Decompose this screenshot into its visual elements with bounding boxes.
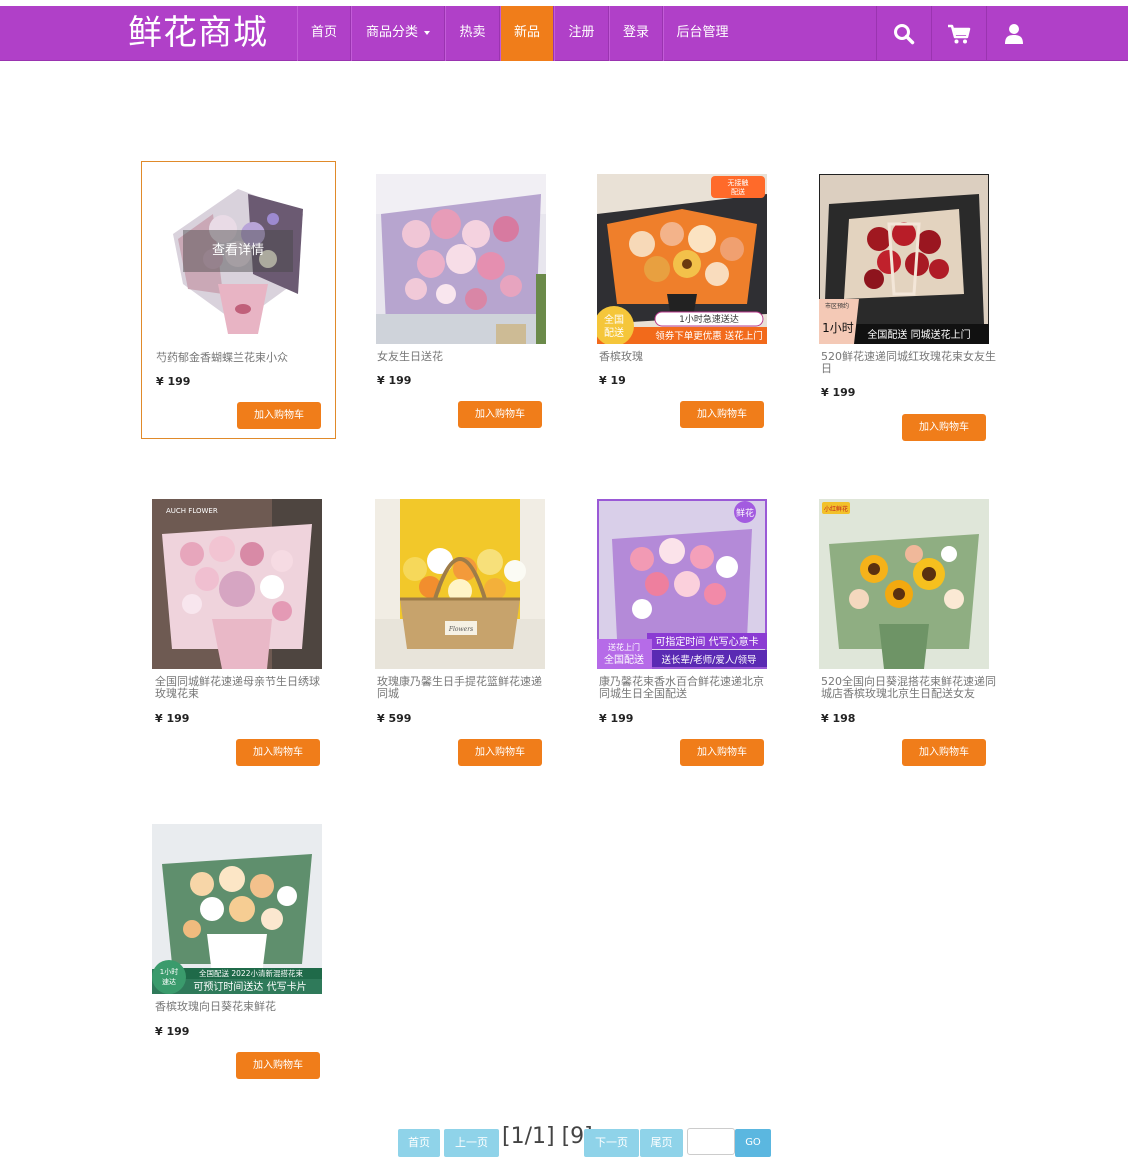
product-name[interactable]: 520全国向日葵混搭花束鲜花速递同城店香槟玫瑰北京生日配送女友: [821, 676, 996, 700]
svg-text:1小时: 1小时: [160, 967, 178, 976]
product-name[interactable]: 女友生日送花: [377, 351, 552, 363]
view-details-overlay[interactable]: 查看详情: [183, 230, 293, 272]
product-name[interactable]: 芍药郁金香蝴蝶兰花束小众: [156, 352, 331, 364]
add-to-cart-button[interactable]: 加入购物车: [902, 414, 986, 441]
product-name[interactable]: 玫瑰康乃馨生日手提花篮鲜花速递同城: [377, 676, 552, 700]
nav-home[interactable]: 首页: [297, 6, 351, 61]
add-to-cart-button[interactable]: 加入购物车: [902, 739, 986, 766]
svg-text:市区预约: 市区预约: [825, 302, 849, 310]
svg-text:Flowers: Flowers: [448, 626, 473, 633]
product-price: ¥ 199: [821, 386, 856, 399]
nav-login[interactable]: 登录: [609, 6, 663, 61]
svg-text:送长辈/老师/爱人/领导: 送长辈/老师/爱人/领导: [661, 654, 756, 666]
svg-text:领券下单更优惠 送花上门: 领券下单更优惠 送花上门: [655, 330, 763, 342]
nav-admin[interactable]: 后台管理: [663, 6, 741, 61]
product-name[interactable]: 520鲜花速递同城红玫瑰花束女友生日: [821, 351, 996, 375]
product-price: ¥ 599: [377, 712, 412, 725]
svg-text:全国配送: 全国配送: [604, 653, 644, 666]
nav-category-label: 商品分类: [365, 25, 418, 40]
nav-new[interactable]: 新品: [500, 6, 554, 61]
cart-button[interactable]: [931, 6, 986, 61]
svg-text:可预订时间送达 代写卡片: 可预订时间送达 代写卡片: [193, 980, 306, 993]
product-image[interactable]: Flowers: [375, 499, 545, 669]
product-image[interactable]: 查看详情: [153, 174, 323, 344]
pager-info: [1/1] [9]: [502, 1124, 593, 1149]
svg-text:1小时急速送达: 1小时急速送达: [679, 313, 739, 325]
add-to-cart-button[interactable]: 加入购物车: [236, 739, 320, 766]
brand-logo[interactable]: 鲜花商城: [128, 11, 268, 55]
product-price: ¥ 199: [156, 375, 191, 388]
svg-text:1小时: 1小时: [822, 321, 854, 335]
product-image[interactable]: [376, 174, 546, 344]
nav-category-dropdown[interactable]: 商品分类: [351, 6, 445, 61]
cart-icon: [948, 24, 971, 43]
product-card[interactable]: 小红鲜花 520全国向日葵混搭花束鲜花速递同城店香槟玫瑰北京生日配送女友 ¥ 1…: [807, 486, 1002, 766]
pager-go-button[interactable]: GO: [735, 1129, 771, 1157]
add-to-cart-button[interactable]: 加入购物车: [680, 739, 764, 766]
product-card[interactable]: 查看详情 芍药郁金香蝴蝶兰花束小众 ¥ 199 加入购物车: [141, 161, 336, 439]
product-price: ¥ 198: [821, 712, 856, 725]
product-card[interactable]: Flowers 玫瑰康乃馨生日手提花篮鲜花速递同城 ¥ 599 加入购物车: [363, 486, 558, 766]
nav-register[interactable]: 注册: [554, 6, 609, 61]
pager-prev-button[interactable]: 上一页: [444, 1129, 499, 1157]
product-image[interactable]: AUCH FLOWER: [152, 499, 322, 669]
product-image[interactable]: 无接触 配送 1小时急速送达 领券下单更优惠 送花上门 全国 配送: [597, 174, 767, 344]
product-card[interactable]: 女友生日送花 ¥ 199 加入购物车: [363, 161, 558, 439]
pager-next-button[interactable]: 下一页: [584, 1129, 639, 1157]
product-card[interactable]: 鲜花 可指定时间 代写心意卡 送长辈/老师/爱人/领导 送花上门 全国配送 康乃…: [585, 486, 780, 766]
product-image[interactable]: 全国配送 2022小清新混搭花束 可预订时间送达 代写卡片 1小时 速达: [152, 824, 322, 994]
svg-text:小红鲜花: 小红鲜花: [824, 505, 848, 513]
add-to-cart-button[interactable]: 加入购物车: [236, 1052, 320, 1079]
product-name[interactable]: 香槟玫瑰向日葵花束鲜花: [155, 1001, 330, 1013]
product-image[interactable]: 全国配送 同城送花上门 市区预约 1小时: [819, 174, 989, 344]
svg-text:配送: 配送: [604, 326, 624, 339]
caret-down-icon: [424, 30, 430, 35]
product-card[interactable]: 无接触 配送 1小时急速送达 领券下单更优惠 送花上门 全国 配送 香槟玫瑰 ¥…: [585, 161, 780, 439]
product-price: ¥ 199: [155, 712, 190, 725]
product-card[interactable]: 全国配送 2022小清新混搭花束 可预订时间送达 代写卡片 1小时 速达 香槟玫…: [141, 811, 336, 1089]
user-icon: [1005, 23, 1023, 44]
svg-text:送花上门: 送花上门: [608, 642, 640, 652]
product-card[interactable]: 全国配送 同城送花上门 市区预约 1小时 520鲜花速递同城红玫瑰花束女友生日 …: [807, 161, 1002, 441]
svg-text:全国: 全国: [604, 313, 624, 326]
add-to-cart-button[interactable]: 加入购物车: [680, 401, 764, 428]
product-name[interactable]: 香槟玫瑰: [599, 351, 774, 363]
svg-text:配送: 配送: [731, 187, 745, 196]
search-icon: [894, 23, 915, 44]
product-price: ¥ 199: [155, 1025, 190, 1038]
svg-text:速达: 速达: [162, 977, 176, 986]
search-button[interactable]: [876, 6, 931, 61]
product-price: ¥ 199: [377, 374, 412, 387]
user-button[interactable]: [986, 6, 1041, 61]
product-image[interactable]: 小红鲜花: [819, 499, 989, 669]
svg-text:全国配送 同城送花上门: 全国配送 同城送花上门: [867, 328, 970, 341]
pager-page-input[interactable]: [687, 1128, 735, 1155]
product-name[interactable]: 康乃馨花束香水百合鲜花速递北京同城生日全国配送: [599, 676, 774, 700]
product-image[interactable]: 鲜花 可指定时间 代写心意卡 送长辈/老师/爱人/领导 送花上门 全国配送: [597, 499, 767, 669]
product-price: ¥ 199: [599, 712, 634, 725]
add-to-cart-button[interactable]: 加入购物车: [458, 401, 542, 428]
svg-text:鲜花: 鲜花: [736, 507, 754, 519]
add-to-cart-button[interactable]: 加入购物车: [237, 402, 321, 429]
add-to-cart-button[interactable]: 加入购物车: [458, 739, 542, 766]
nav-hot[interactable]: 热卖: [445, 6, 500, 61]
product-price: ¥ 19: [599, 374, 626, 387]
product-name[interactable]: 全国同城鲜花速递母亲节生日绣球玫瑰花束: [155, 676, 330, 700]
svg-text:无接触: 无接触: [728, 178, 749, 187]
image-logo: AUCH FLOWER: [166, 507, 218, 515]
pager-last-button[interactable]: 尾页: [640, 1129, 683, 1157]
product-card[interactable]: AUCH FLOWER 全国同城鲜花速递母亲节生日绣球玫瑰花束 ¥ 199 加入…: [141, 486, 336, 766]
svg-text:可指定时间 代写心意卡: 可指定时间 代写心意卡: [655, 635, 758, 648]
pager-first-button[interactable]: 首页: [398, 1129, 440, 1157]
svg-text:全国配送 2022小清新混搭花束: 全国配送 2022小清新混搭花束: [199, 968, 303, 978]
top-navbar: 鲜花商城 首页 商品分类 热卖 新品 注册 登录 后台管理: [0, 6, 1128, 61]
